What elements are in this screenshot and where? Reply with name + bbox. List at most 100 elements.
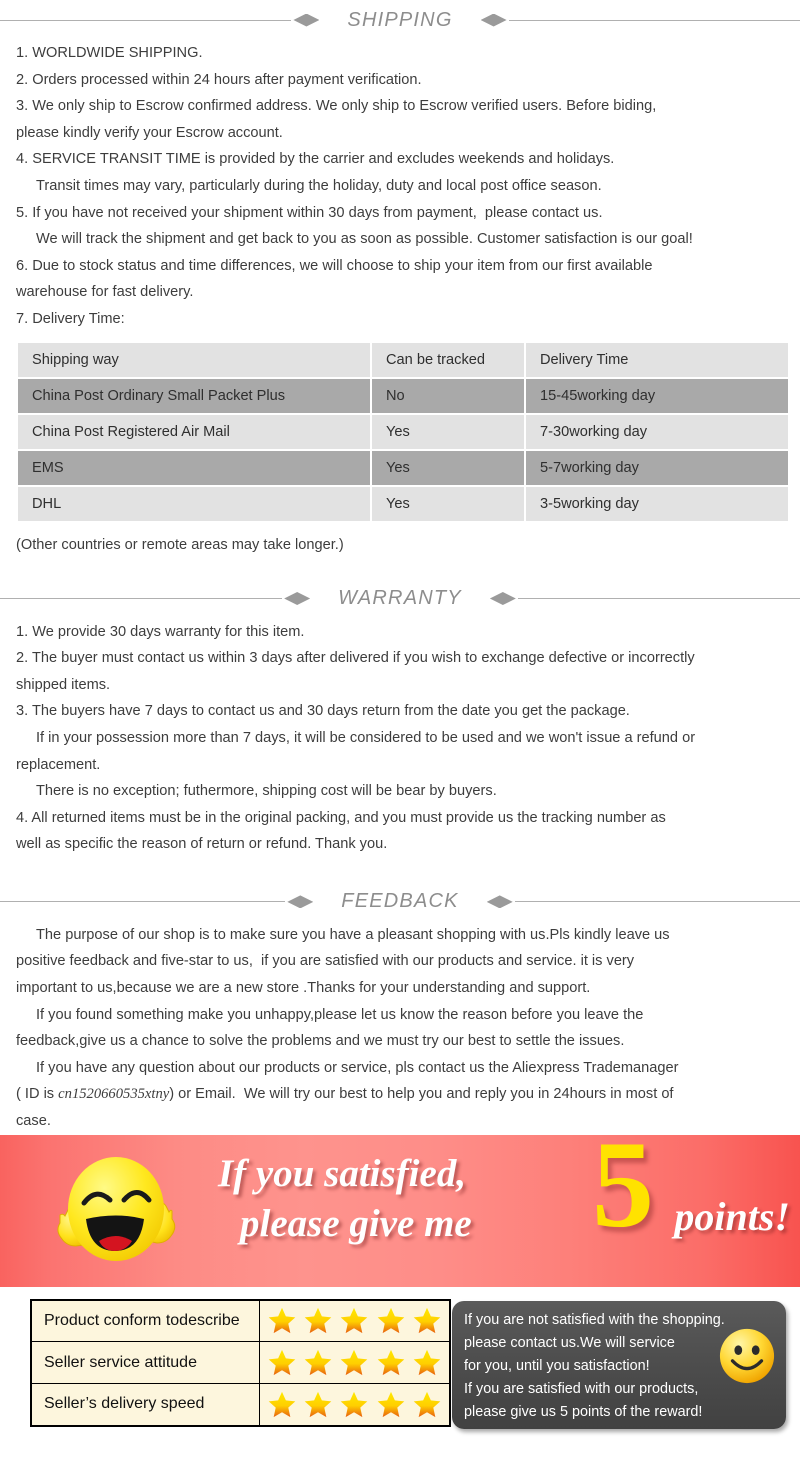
shipping-note: (Other countries or remote areas may tak…	[16, 536, 344, 553]
diamond-icon-right	[480, 13, 507, 27]
shipping-line: We will track the shipment and get back …	[36, 231, 693, 248]
rating-stars	[258, 1383, 451, 1427]
table-cell-tracked: No	[372, 378, 524, 413]
star-icon	[304, 1391, 332, 1417]
satisfaction-banner: If you satisfied, please give me 5 point…	[0, 1134, 800, 1287]
section-divider-feedback: FEEDBACK	[0, 882, 800, 922]
divider-rule-right	[508, 19, 800, 21]
star-icon	[304, 1308, 332, 1334]
rating-label: Seller service attitude	[30, 1341, 260, 1385]
table-cell-shipping-way: EMS	[18, 450, 370, 485]
section-divider-warranty: WARRANTY	[0, 579, 800, 619]
delivery-time-table: Shipping way Can be tracked Delivery Tim…	[16, 341, 790, 523]
table-header-row: Shipping way Can be tracked Delivery Tim…	[18, 342, 788, 377]
warranty-line: 1. We provide 30 days warranty for this …	[16, 623, 305, 640]
warranty-line: There is no exception; futhermore, shipp…	[36, 783, 497, 800]
shipping-line: 7. Delivery Time:	[16, 310, 125, 327]
shipping-line: please kindly verify your Escrow account…	[16, 124, 283, 141]
feedback-line: The purpose of our shop is to make sure …	[36, 926, 670, 943]
shipping-line: 4. SERVICE TRANSIT TIME is provided by t…	[16, 151, 615, 168]
star-icon	[414, 1308, 441, 1334]
feedback-line: If you have any question about our produ…	[36, 1059, 679, 1076]
shipping-line: 6. Due to stock status and time differen…	[16, 257, 653, 274]
star-icon	[341, 1349, 368, 1376]
satisfaction-promo-box: If you are not satisfied with the shoppi…	[452, 1300, 786, 1429]
table-header-cell: Can be tracked	[372, 342, 524, 377]
feedback-text-block: The purpose of our shop is to make sure …	[0, 922, 800, 1135]
divider-rule-right	[514, 901, 800, 903]
banner-big-number: 5	[592, 1134, 654, 1253]
contact-prefix: ( ID is	[16, 1086, 59, 1103]
divider-rule-right	[517, 598, 800, 600]
warranty-line: replacement.	[16, 756, 101, 773]
section-divider-shipping: SHIPPING	[0, 0, 800, 40]
diamond-icon-left	[284, 592, 311, 606]
promo-line: for you, until you satisfaction!	[464, 1357, 650, 1374]
table-cell-shipping-way: China Post Ordinary Small Packet Plus	[18, 378, 370, 413]
shipping-line: 1. WORLDWIDE SHIPPING.	[16, 45, 203, 61]
rating-stars	[258, 1341, 451, 1385]
shipping-line: Transit times may vary, particularly dur…	[36, 177, 602, 194]
diamond-icon-right	[489, 592, 516, 606]
star-icon	[377, 1391, 405, 1417]
table-row: Seller service attitude	[30, 1341, 451, 1385]
feedback-line: positive feedback and five-star to us, i…	[16, 953, 635, 970]
table-cell-delivery-time: 3-5working day	[526, 486, 788, 521]
diamond-icon-left	[293, 13, 320, 27]
table-cell-delivery-time: 5-7working day	[526, 450, 788, 485]
divider-rule-left	[0, 901, 286, 903]
table-row: Seller’s delivery speed	[30, 1383, 451, 1427]
table-cell-tracked: Yes	[372, 450, 524, 485]
star-icon	[414, 1349, 441, 1376]
table-row: China Post Ordinary Small Packet Plus No…	[18, 378, 788, 413]
diamond-icon-left	[287, 895, 314, 909]
rating-label: Seller’s delivery speed	[30, 1383, 260, 1427]
table-cell-tracked: Yes	[372, 414, 524, 449]
star-icon	[377, 1308, 405, 1334]
section-title-warranty: WARRANTY	[338, 587, 462, 610]
star-icon	[414, 1391, 441, 1417]
trademanager-id: cn1520660535xtny	[58, 1086, 170, 1103]
star-icon	[341, 1308, 368, 1334]
table-cell-tracked: Yes	[372, 486, 524, 521]
star-icon	[268, 1391, 295, 1417]
bottom-area: Product conform todescribe Seller servic…	[0, 1287, 800, 1442]
warranty-line: 2. The buyer must contact us within 3 da…	[16, 650, 695, 667]
feedback-line: feedback,give us a chance to solve the p…	[16, 1033, 625, 1050]
star-icon	[268, 1308, 295, 1334]
divider-rule-left	[0, 19, 292, 21]
feedback-contact-line: ( ID is cn1520660535xtny) or Email. We w…	[16, 1081, 784, 1108]
feedback-line: case.	[16, 1113, 51, 1130]
warranty-line: If in your possession more than 7 days, …	[36, 729, 696, 746]
contact-suffix: ) or Email. We will try our best to help…	[169, 1086, 674, 1103]
shipping-line: 3. We only ship to Escrow confirmed addr…	[16, 98, 657, 115]
star-icon	[377, 1349, 405, 1376]
star-icon	[268, 1349, 295, 1376]
feedback-line: If you found something make you unhappy,…	[36, 1006, 644, 1023]
section-title-shipping: SHIPPING	[347, 8, 453, 31]
table-row: China Post Registered Air Mail Yes 7-30w…	[18, 414, 788, 449]
promo-line: please contact us.We will service	[464, 1334, 675, 1351]
shipping-line: 2. Orders processed within 24 hours afte…	[16, 71, 422, 88]
laughing-face-thumbs-up-icon	[57, 1156, 176, 1261]
banner-line-1: If you satisfied,	[218, 1151, 467, 1195]
shipping-text-block: 1. WORLDWIDE SHIPPING. 2. Orders process…	[0, 40, 800, 333]
warranty-line: well as specific the reason of return or…	[16, 836, 388, 853]
table-row: Product conform todescribe	[30, 1299, 451, 1343]
table-header-cell: Shipping way	[18, 342, 370, 377]
table-cell-delivery-time: 15-45working day	[526, 378, 788, 413]
rating-table: Product conform todescribe Seller servic…	[30, 1298, 452, 1427]
promo-line: If you are satisfied with our products,	[464, 1380, 699, 1397]
table-header-cell: Delivery Time	[526, 342, 788, 377]
warranty-line: shipped items.	[16, 676, 111, 693]
section-title-feedback: FEEDBACK	[341, 890, 459, 913]
promo-line: If you are not satisfied with the shoppi…	[464, 1311, 725, 1328]
star-icon	[304, 1349, 332, 1376]
shipping-line: warehouse for fast delivery.	[16, 284, 194, 301]
table-cell-delivery-time: 7-30working day	[526, 414, 788, 449]
table-cell-shipping-way: China Post Registered Air Mail	[18, 414, 370, 449]
diamond-icon-right	[486, 895, 513, 909]
table-cell-shipping-way: DHL	[18, 486, 370, 521]
warranty-text-block: 1. We provide 30 days warranty for this …	[0, 619, 800, 858]
rating-label: Product conform todescribe	[30, 1299, 260, 1343]
